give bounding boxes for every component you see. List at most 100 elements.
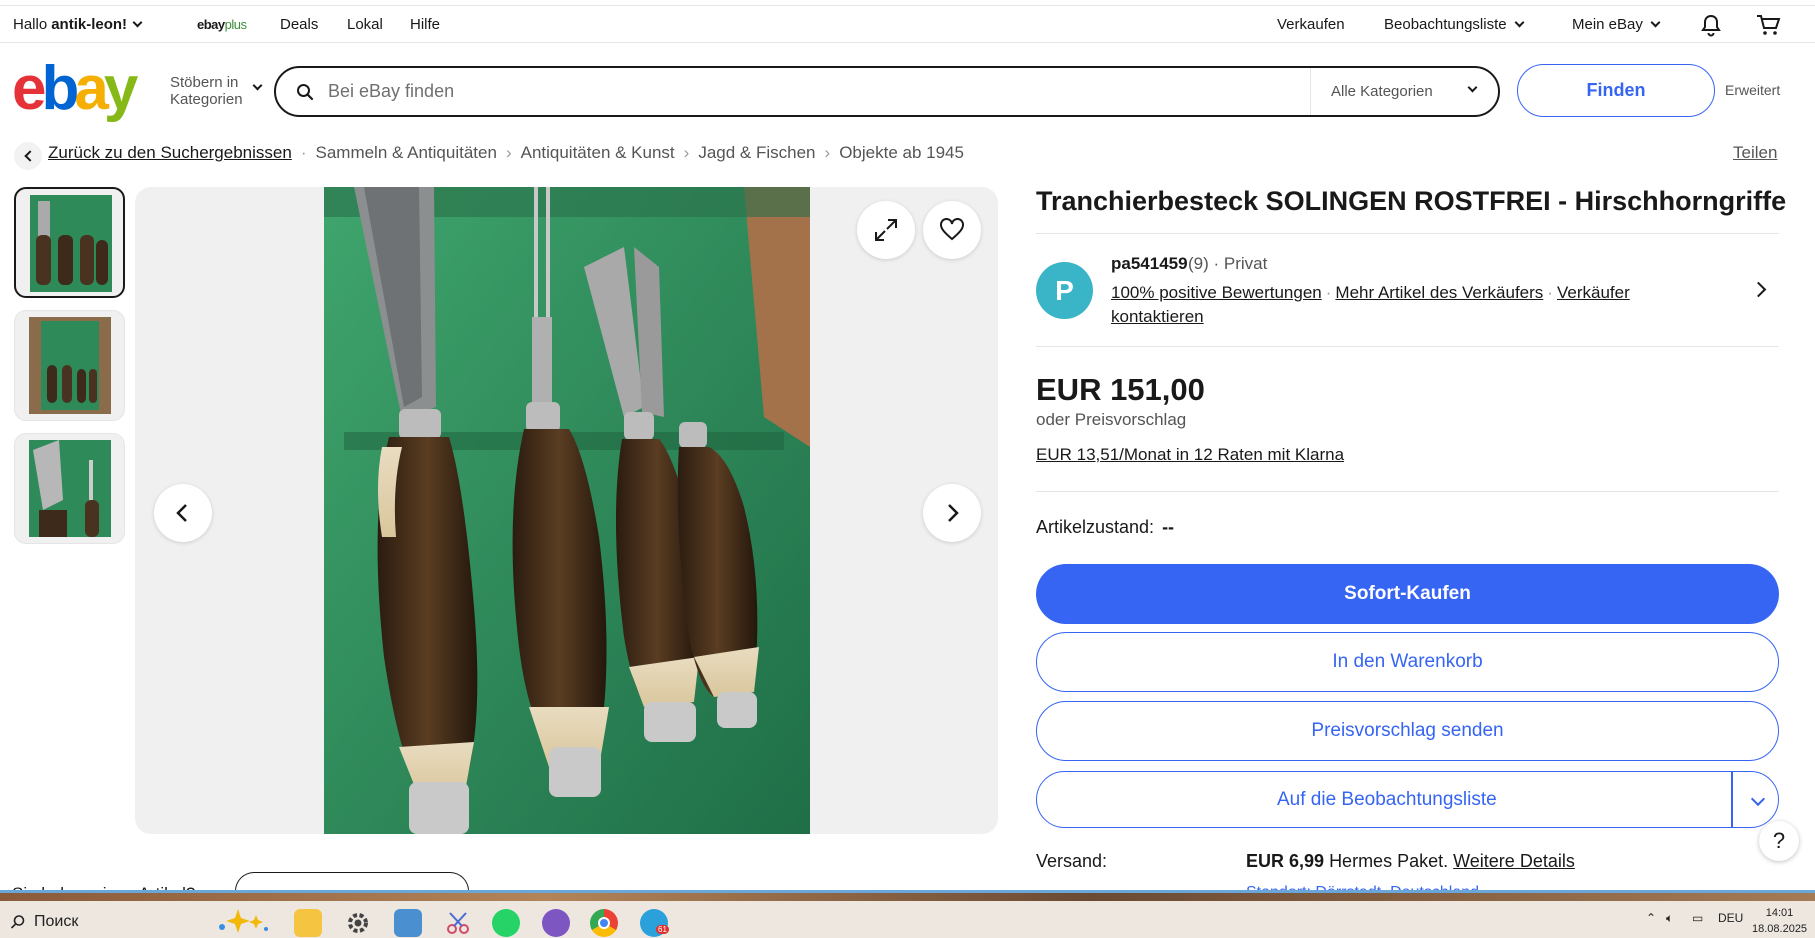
chevron-left-icon [176, 504, 187, 522]
ebayplus-suffix: plus [224, 17, 247, 32]
item-price: EUR 151,00 [1036, 372, 1205, 407]
telegram-badge: 61 [656, 925, 669, 934]
chrome-icon[interactable] [590, 909, 618, 937]
add-to-watchlist-button[interactable]: Auf die Beobachtungsliste [1277, 789, 1497, 811]
advanced-search-link[interactable]: Erweitert [1725, 82, 1780, 98]
chevron-down-icon [132, 17, 143, 28]
search-button[interactable]: Finden [1517, 64, 1715, 117]
category-select[interactable]: Alle Kategorien [1310, 68, 1500, 115]
more-items-link[interactable]: Mehr Artikel des Verkäufers [1335, 283, 1543, 302]
back-to-results-link[interactable]: Zurück zu den Suchergebnissen [48, 143, 292, 163]
condition-value: -- [1162, 517, 1175, 537]
condition-label: Artikelzustand: [1036, 517, 1155, 537]
thumbnail-3[interactable] [14, 433, 125, 544]
separator-dot: · [1325, 283, 1332, 302]
bell-icon[interactable] [1699, 13, 1723, 41]
share-link[interactable]: Teilen [1733, 143, 1777, 163]
breadcrumb: Zurück zu den Suchergebnissen · Sammeln … [48, 143, 964, 163]
main-product-image [324, 187, 810, 834]
add-to-cart-button[interactable]: In den Warenkorb [1036, 632, 1779, 692]
control-panel-icon[interactable] [394, 909, 422, 937]
previous-image-button[interactable] [154, 484, 212, 542]
back-arrow-icon[interactable] [14, 142, 42, 170]
thumbnail-image [29, 440, 111, 537]
logo-y: y [103, 54, 139, 123]
watchlist-button-group: Auf die Beobachtungsliste [1036, 771, 1779, 828]
clock-date: 18.08.2025 [1752, 923, 1808, 935]
help-button[interactable]: ? [1759, 821, 1799, 861]
volume-icon[interactable]: 🔈︎ [1666, 911, 1673, 926]
watchlist-menu[interactable]: Beobachtungsliste [1384, 16, 1525, 33]
positive-feedback-link[interactable]: 100% positive Bewertungen [1111, 283, 1322, 302]
sparkle-icon [214, 907, 274, 935]
snipping-tool-icon[interactable] [444, 909, 472, 937]
search-bar: Alle Kategorien [274, 66, 1500, 117]
hilfe-link[interactable]: Hilfe [410, 16, 440, 33]
logo-a: a [74, 54, 109, 123]
breadcrumb-item[interactable]: Jagd & Fischen [698, 143, 815, 163]
chevron-right-icon: › [824, 143, 831, 162]
ebay-logo[interactable]: ebay [12, 58, 138, 120]
breadcrumb-item[interactable]: Objekte ab 1945 [839, 143, 964, 163]
search-icon [10, 915, 25, 929]
watchlist-label: Beobachtungsliste [1384, 16, 1507, 33]
expand-icon[interactable] [857, 201, 915, 259]
telegram-icon[interactable]: 61 [640, 909, 669, 937]
chevron-down-icon [1650, 17, 1661, 28]
search-input[interactable] [328, 76, 1228, 107]
next-image-button[interactable] [923, 484, 981, 542]
thumbnail-image [30, 195, 112, 292]
button-divider [1731, 772, 1733, 827]
divider [1036, 233, 1779, 234]
best-offer-label: oder Preisvorschlag [1036, 410, 1187, 429]
seller-links: 100% positive Bewertungen · Mehr Artikel d… [1111, 281, 1701, 329]
logo-b: b [41, 54, 79, 123]
condition-row: Artikelzustand: -- [1036, 517, 1174, 538]
tray-chevron-icon[interactable]: ⌃ [1646, 911, 1656, 925]
seller-avatar[interactable]: P [1036, 262, 1093, 319]
main-image-gallery[interactable] [135, 187, 998, 834]
language-indicator[interactable]: DEU [1718, 911, 1743, 925]
lokal-link[interactable]: Lokal [347, 16, 383, 33]
browse-line1: Stöbern in [170, 74, 239, 91]
breadcrumb-item[interactable]: Sammeln & Antiquitäten [315, 143, 496, 163]
wallpaper-strip [0, 893, 1815, 901]
item-title: Tranchierbesteck SOLINGEN ROSTFREI - Hir… [1036, 186, 1787, 216]
shipping-details-link[interactable]: Weitere Details [1453, 851, 1575, 871]
gear-icon[interactable] [344, 909, 372, 937]
buy-now-button[interactable]: Sofort-Kaufen [1036, 564, 1779, 624]
breadcrumb-item[interactable]: Antiquitäten & Kunst [521, 143, 675, 163]
clock-time: 14:01 [1765, 907, 1794, 919]
browse-line2: Kategorien [170, 91, 243, 108]
system-clock[interactable]: 14:01 18.08.2025 [1752, 905, 1807, 937]
divider [1036, 346, 1779, 347]
chevron-down-icon [252, 80, 263, 91]
taskbar-search[interactable]: Поиск [10, 913, 78, 931]
greeting-menu[interactable]: Hallo antik-leon! [13, 16, 143, 33]
viber-icon[interactable] [542, 909, 570, 937]
whatsapp-icon[interactable] [492, 909, 520, 937]
verkaufen-link[interactable]: Verkaufen [1277, 16, 1345, 33]
greeting-username: antik-leon! [51, 16, 128, 33]
chevron-right-icon: › [505, 143, 512, 162]
chevron-right-icon[interactable] [1750, 281, 1767, 298]
my-ebay-menu[interactable]: Mein eBay [1572, 16, 1661, 33]
thumbnail-2[interactable] [14, 310, 125, 421]
thumbnail-1[interactable] [14, 187, 125, 298]
ebay-plus-link[interactable]: ebayplus [197, 17, 247, 32]
thumbnail-image [29, 317, 111, 414]
deals-link[interactable]: Deals [280, 16, 318, 33]
top-nav: Hallo antik-leon! ebayplus Deals Lokal H… [0, 6, 1815, 43]
send-offer-button[interactable]: Preisvorschlag senden [1036, 701, 1779, 761]
greeting-prefix: Hallo [13, 16, 48, 33]
cart-icon[interactable] [1755, 13, 1781, 41]
chevron-down-icon [1467, 82, 1478, 93]
logo-e: e [12, 54, 47, 123]
seller-name-link[interactable]: pa541459 [1111, 254, 1188, 274]
browse-categories[interactable]: Stöbern in Kategorien [170, 74, 243, 108]
network-icon[interactable]: ▭ [1692, 911, 1703, 925]
heart-icon[interactable] [923, 201, 981, 259]
klarna-financing-link[interactable]: EUR 13,51/Monat in 12 Raten mit Klarna [1036, 445, 1344, 465]
file-explorer-icon[interactable] [294, 909, 322, 937]
chevron-down-icon[interactable] [1750, 791, 1766, 807]
